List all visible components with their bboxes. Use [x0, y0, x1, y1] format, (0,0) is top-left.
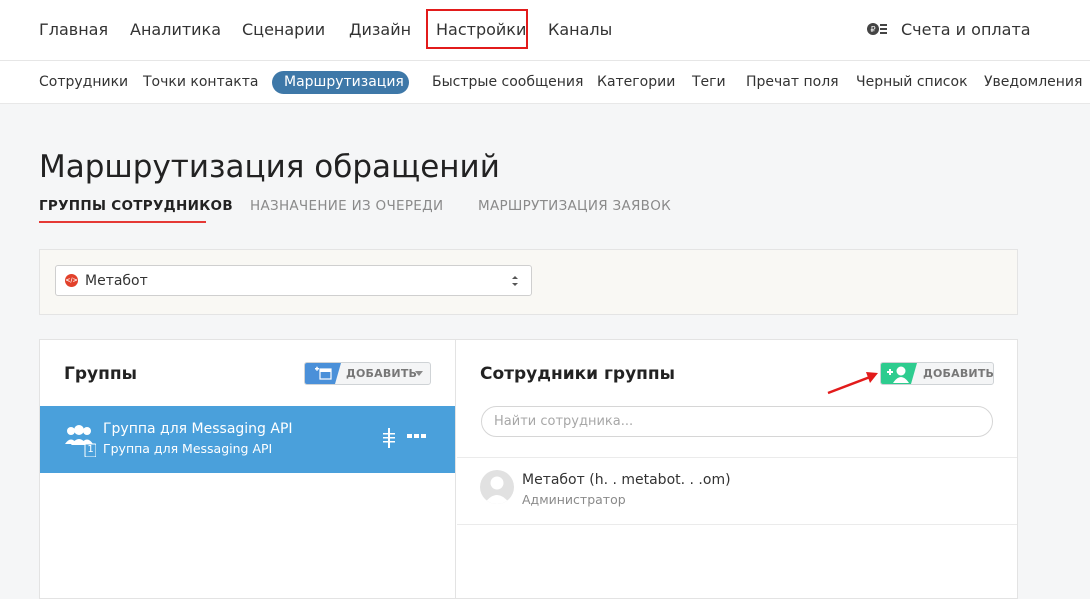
subnav-item-routing[interactable]: Маршрутизация	[284, 61, 404, 103]
bot-select[interactable]: </> Метабот	[55, 265, 532, 296]
subnav-item-employees[interactable]: Сотрудники	[39, 61, 128, 103]
tab-queue-assignment[interactable]: НАЗНАЧЕНИЕ ИЗ ОЧЕРЕДИ	[250, 198, 443, 214]
subnav-item-tags[interactable]: Теги	[692, 61, 726, 103]
tab-employee-groups[interactable]: ГРУППЫ СОТРУДНИКОВ	[39, 198, 233, 214]
members-divider-bottom	[457, 524, 1017, 525]
billing-label: Счета и оплата	[901, 20, 1031, 39]
select-arrows-icon	[512, 276, 518, 286]
nav-item-scenarios[interactable]: Сценарии	[242, 0, 325, 60]
group-member-count: 1	[87, 444, 94, 455]
subnav-item-prechat-fields[interactable]: Пречат поля	[746, 61, 839, 103]
group-list-item[interactable]: 1 Группа для Messaging API Группа для Me…	[40, 406, 455, 473]
add-user-icon	[881, 363, 917, 384]
more-options-icon[interactable]	[407, 434, 427, 439]
nav-item-channels[interactable]: Каналы	[548, 0, 612, 60]
add-group-label: ДОБАВИТЬ	[346, 367, 418, 380]
nav-item-home[interactable]: Главная	[39, 0, 108, 60]
top-navigation: Главная Аналитика Сценарии Дизайн Настро…	[0, 0, 1090, 61]
subnav-item-quick-messages[interactable]: Быстрые сообщения	[432, 61, 583, 103]
members-divider-top	[457, 457, 1017, 458]
group-subtitle: Группа для Messaging API	[103, 441, 273, 456]
settings-subnav: Сотрудники Точки контакта Маршрутизация …	[0, 61, 1090, 104]
bot-select-value: Метабот	[85, 273, 148, 289]
code-bot-icon: </>	[65, 274, 78, 287]
member-role: Администратор	[522, 492, 626, 507]
groups-title: Группы	[64, 364, 137, 384]
red-arrow-annotation-icon	[827, 372, 878, 395]
member-search-input[interactable]	[481, 406, 993, 437]
active-tab-underline	[39, 221, 206, 223]
nav-item-settings[interactable]: Настройки	[436, 0, 526, 60]
drag-handle-icon[interactable]	[382, 428, 396, 448]
coins-icon: ₽	[867, 23, 887, 35]
avatar	[480, 470, 514, 504]
chevron-down-icon	[415, 371, 423, 376]
add-group-button[interactable]: ДОБАВИТЬ	[304, 362, 431, 385]
add-group-icon	[305, 363, 341, 384]
add-member-label: ДОБАВИТЬ	[923, 367, 994, 380]
svg-text:₽: ₽	[870, 25, 875, 34]
nav-item-analytics[interactable]: Аналитика	[130, 0, 221, 60]
subnav-item-blacklist[interactable]: Черный список	[856, 61, 968, 103]
group-name: Группа для Messaging API	[103, 421, 293, 437]
members-title: Сотрудники группы	[480, 364, 676, 384]
subnav-item-notifications[interactable]: Уведомления	[984, 61, 1082, 103]
nav-item-design[interactable]: Дизайн	[349, 0, 411, 60]
add-member-button[interactable]: ДОБАВИТЬ	[880, 362, 994, 385]
page-title: Маршрутизация обращений	[39, 148, 500, 185]
member-name[interactable]: Метабот (h. . metabot. . .om)	[522, 472, 731, 488]
subnav-item-contact-points[interactable]: Точки контакта	[143, 61, 259, 103]
subnav-item-categories[interactable]: Категории	[597, 61, 675, 103]
tab-ticket-routing[interactable]: МАРШРУТИЗАЦИЯ ЗАЯВОК	[478, 198, 671, 214]
